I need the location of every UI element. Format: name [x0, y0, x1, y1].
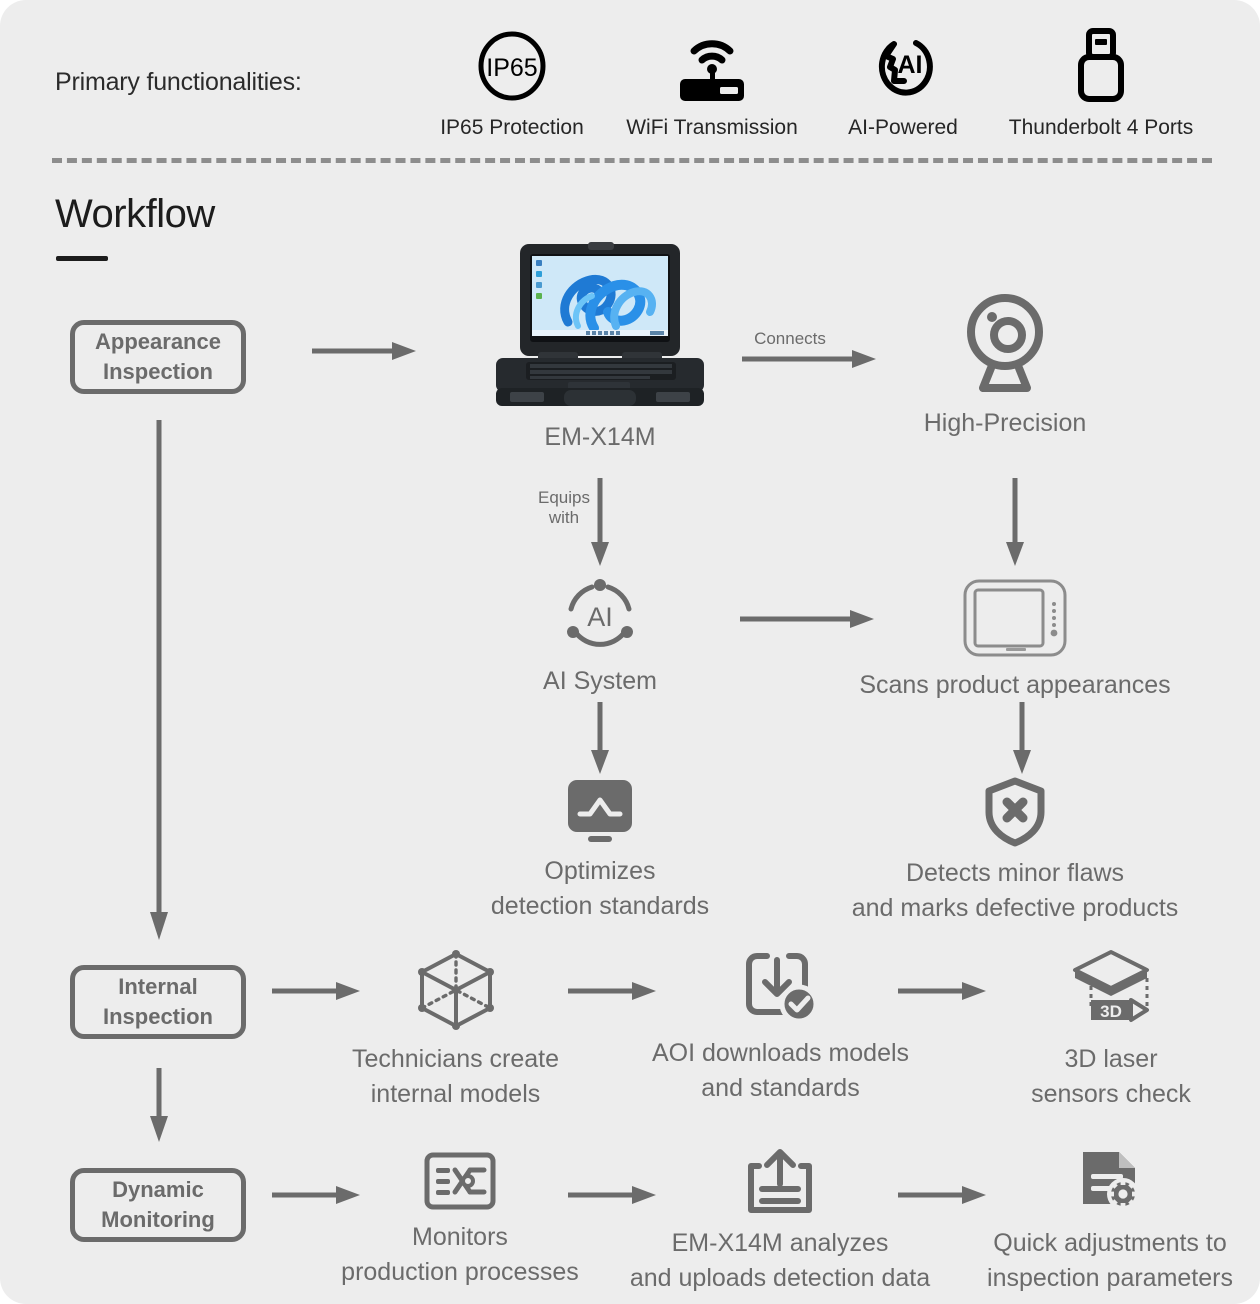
node-caption: EM-X14M: [544, 423, 656, 451]
svg-text:AI: AI: [587, 602, 613, 632]
arrow-laptop-to-ai-system: [589, 478, 611, 566]
node-caption: Monitors production processes: [341, 1223, 579, 1286]
stage-box-internal-inspection[interactable]: Internal Inspection: [70, 965, 246, 1039]
node-monitors: Monitors production processes: [335, 1152, 585, 1289]
node-adjust: Quick adjustments to inspection paramete…: [970, 1148, 1250, 1295]
node-upload: EM-X14M analyzes and uploads detection d…: [615, 1148, 945, 1295]
node-download: AOI downloads models and standards: [648, 950, 913, 1105]
node-laptop: EM-X14M: [460, 240, 740, 455]
upload-tray-icon: [745, 1148, 815, 1216]
node-models: Technicians create internal models: [338, 948, 573, 1111]
node-ai-system: AI AI System: [500, 578, 700, 699]
feature-label: Thunderbolt 4 Ports: [1008, 116, 1194, 139]
node-caption: Optimizes detection standards: [490, 857, 710, 920]
node-caption: High-Precision: [923, 409, 1087, 437]
arrow-models-to-download: [568, 980, 656, 1002]
process-monitor-icon: [424, 1152, 496, 1210]
stage-label: Dynamic Monitoring: [101, 1177, 215, 1232]
stage-box-appearance-inspection[interactable]: Appearance Inspection: [70, 320, 246, 394]
node-scanner: Scans product appearances: [850, 578, 1180, 703]
download-check-icon: [743, 950, 819, 1026]
node-caption: Technicians create internal models: [351, 1045, 560, 1108]
rugged-laptop-image: [490, 240, 710, 410]
node-detect: Detects minor flaws and marks defective …: [830, 777, 1200, 925]
arrow-ai-to-optimize: [589, 702, 611, 774]
stage-box-dynamic-monitoring[interactable]: Dynamic Monitoring: [70, 1168, 246, 1242]
wireframe-cube-icon: [414, 948, 498, 1032]
ai-circle-icon: AI: [562, 578, 638, 654]
page-title: Workflow: [55, 192, 215, 236]
arrow-camera-to-scanner: [1004, 478, 1026, 566]
svg-text:IP65: IP65: [486, 54, 537, 82]
node-caption: Quick adjustments to inspection paramete…: [987, 1229, 1233, 1292]
node-optimize: Optimizes detection standards: [460, 778, 740, 923]
feature-ai: AI AI-Powered: [838, 30, 968, 140]
feature-ip65: IP65 IP65 Protection: [430, 30, 594, 140]
node-caption: Detects minor flaws and marks defective …: [851, 859, 1179, 922]
arrow-label-connects: Connects: [754, 329, 826, 348]
arrow-laptop-to-camera: [742, 348, 876, 370]
feature-label: IP65 Protection: [440, 116, 584, 139]
shield-x-icon: [984, 777, 1046, 847]
node-caption: AOI downloads models and standards: [651, 1039, 910, 1102]
arrow-internal-to-dynamic: [148, 1068, 170, 1142]
node-caption: EM-X14M analyzes and uploads detection d…: [629, 1229, 931, 1292]
arrow-appearance-to-laptop: [312, 340, 416, 362]
wifi-router-icon: [664, 30, 760, 102]
node-caption: AI System: [543, 667, 657, 695]
svg-text:3D: 3D: [1100, 1002, 1122, 1021]
primary-functionalities-label: Primary functionalities:: [55, 68, 302, 96]
stage-label: Appearance Inspection: [95, 329, 221, 384]
document-gear-icon: [1077, 1148, 1143, 1216]
section-divider: [52, 158, 1212, 163]
node-caption: 3D laser sensors check: [1031, 1045, 1191, 1108]
arrow-appearance-to-internal: [148, 420, 170, 940]
feature-thunderbolt: Thunderbolt 4 Ports: [990, 28, 1212, 140]
svg-text:AI: AI: [898, 51, 923, 79]
3d-layers-icon: 3D: [1069, 948, 1153, 1032]
ai-head-icon: AI: [866, 30, 940, 102]
webcam-icon: [953, 288, 1057, 396]
ip65-badge-icon: IP65: [476, 30, 548, 102]
feature-wifi: WiFi Transmission: [616, 30, 808, 140]
node-camera: High-Precision: [890, 288, 1120, 441]
monitor-chart-icon: [564, 778, 636, 844]
feature-label: AI-Powered: [848, 116, 958, 139]
arrow-scanner-to-detect: [1011, 702, 1033, 774]
title-underline: [56, 256, 108, 261]
feature-label: WiFi Transmission: [626, 116, 798, 139]
stage-label: Internal Inspection: [102, 974, 213, 1029]
rugged-tablet-icon: [962, 578, 1068, 658]
infographic-panel: Primary functionalities: IP65 IP65 Prote…: [0, 0, 1260, 1304]
usb-thunderbolt-icon: [1071, 28, 1131, 102]
node-caption: Scans product appearances: [859, 671, 1171, 699]
node-laser3d: 3D 3D laser sensors check: [1000, 948, 1222, 1111]
